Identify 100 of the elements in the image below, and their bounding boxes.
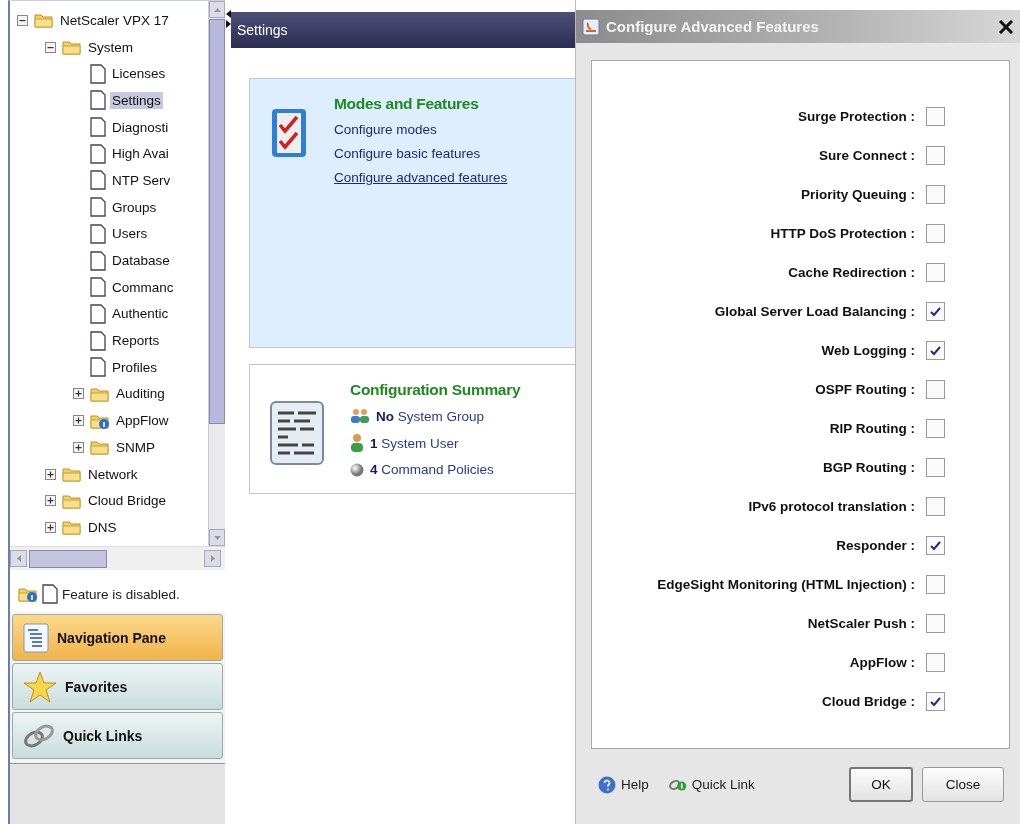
tree-item[interactable]: AppFlow	[114, 412, 171, 430]
tree-item[interactable]: NTP Serv	[110, 171, 173, 189]
settings-link[interactable]: Configure advanced features	[334, 170, 508, 185]
feature-label: IPv6 protocol translation :	[748, 499, 915, 514]
sphere-icon	[350, 462, 364, 477]
dialog-button[interactable]: OK	[849, 767, 913, 802]
feature-checkbox[interactable]	[926, 224, 945, 243]
settings-link[interactable]: Configure basic features	[334, 146, 508, 161]
tree-item[interactable]: High Avai	[110, 145, 171, 163]
feature-checkbox[interactable]	[926, 653, 945, 672]
feature-label: RIP Routing :	[829, 421, 915, 436]
tree-item[interactable]: Authentic	[110, 305, 171, 323]
collapse-icon[interactable]	[16, 14, 28, 26]
feature-checkbox[interactable]	[926, 107, 945, 126]
tree-item[interactable]: Settings	[110, 91, 163, 109]
tree-item[interactable]: Groups	[110, 198, 159, 216]
legend-text: Feature is disabled.	[62, 586, 180, 602]
tree-item[interactable]: Reports	[110, 332, 162, 350]
folder-icon	[62, 465, 82, 484]
tree-item[interactable]: Cloud Bridge	[86, 492, 169, 510]
info-folder-icon	[18, 585, 38, 603]
folder-icon	[62, 38, 82, 57]
settings-link[interactable]: Configure modes	[334, 122, 508, 137]
right-arrow-icon	[210, 555, 215, 562]
feature-label: AppFlow :	[849, 655, 915, 670]
expand-icon[interactable]	[72, 388, 84, 400]
checklist-icon	[270, 107, 308, 159]
tree-item[interactable]: Network	[86, 465, 140, 483]
summary-link[interactable]: 4 Command Policies	[370, 462, 494, 477]
page-icon	[90, 250, 106, 271]
vertical-scrollbar[interactable]	[208, 1, 225, 546]
feature-checkbox[interactable]	[926, 380, 945, 399]
left-arrow-icon	[16, 555, 21, 562]
horizontal-scrollbar[interactable]	[10, 546, 225, 570]
check-icon	[930, 540, 941, 551]
feature-label: Cache Redirection :	[788, 265, 915, 280]
feature-checkbox[interactable]	[926, 614, 945, 633]
dialog-title: Configure Advanced Features	[606, 18, 820, 35]
folder-icon	[62, 518, 82, 537]
feature-label: BGP Routing :	[823, 460, 915, 475]
tree-item[interactable]: NetScaler VPX 17	[58, 11, 171, 29]
collapse-icon[interactable]	[44, 41, 56, 53]
chain-link-icon	[23, 722, 55, 749]
summary-link[interactable]: No System Group	[376, 408, 485, 424]
star-icon	[23, 670, 57, 703]
page-icon	[90, 170, 106, 191]
page-icon	[90, 223, 106, 244]
summary-link[interactable]: 1 System User	[370, 435, 459, 451]
tree-item[interactable]: SNMP	[114, 438, 157, 456]
person-icon	[350, 433, 364, 453]
feature-checkbox[interactable]	[926, 263, 945, 282]
feature-label: EdgeSight Monitoring (HTML Injection) :	[657, 577, 915, 592]
feature-label: Sure Connect :	[819, 148, 915, 163]
tree-item[interactable]: Profiles	[110, 358, 159, 376]
page-icon	[90, 303, 106, 324]
page-icon	[42, 584, 58, 604]
feature-label: HTTP DoS Protection :	[770, 226, 915, 241]
feature-label: OSPF Routing :	[815, 382, 915, 397]
help-icon	[598, 775, 616, 794]
expand-icon[interactable]	[44, 495, 56, 507]
tree-item[interactable]: Users	[110, 225, 150, 243]
expand-icon[interactable]	[44, 521, 56, 533]
tree-item[interactable]: Auditing	[114, 385, 167, 403]
page-icon	[90, 63, 106, 84]
feature-checkbox[interactable]	[926, 692, 945, 711]
chain-link-icon	[668, 778, 687, 791]
dialog-button[interactable]: Close	[922, 767, 1004, 802]
nav-pane-button[interactable]: Favorites	[12, 663, 223, 710]
feature-checkbox[interactable]	[926, 497, 945, 516]
tree-item[interactable]: Licenses	[110, 65, 168, 83]
feature-checkbox[interactable]	[926, 146, 945, 165]
page-icon	[90, 197, 106, 218]
footer-link[interactable]: Quick Link	[668, 777, 755, 792]
down-arrow-icon	[213, 535, 221, 540]
tree-item[interactable]: Database	[110, 252, 172, 270]
tree-item[interactable]: DNS	[86, 518, 119, 536]
app-icon	[582, 17, 600, 36]
expand-icon[interactable]	[44, 468, 56, 480]
expand-icon[interactable]	[72, 415, 84, 427]
page-icon	[90, 357, 106, 378]
feature-checkbox[interactable]	[926, 302, 945, 321]
nav-pane-button[interactable]: Quick Links	[12, 712, 223, 759]
expand-icon[interactable]	[72, 441, 84, 453]
feature-checkbox[interactable]	[926, 458, 945, 477]
nav-pane-button[interactable]: Navigation Pane	[12, 614, 223, 661]
feature-checkbox[interactable]	[926, 341, 945, 360]
feature-label: Responder :	[836, 538, 915, 553]
feature-checkbox[interactable]	[926, 536, 945, 555]
tree-item[interactable]: System	[86, 38, 135, 56]
footer-link[interactable]: Help	[598, 775, 649, 794]
tree-item[interactable]: Commanc	[110, 278, 176, 296]
right-arrow-icon[interactable]	[225, 20, 231, 28]
list-document-icon	[23, 622, 49, 653]
left-arrow-icon[interactable]	[225, 10, 231, 18]
feature-checkbox[interactable]	[926, 419, 945, 438]
folder-icon	[90, 438, 110, 457]
feature-checkbox[interactable]	[926, 575, 945, 594]
feature-checkbox[interactable]	[926, 185, 945, 204]
feature-label: Priority Queuing :	[801, 187, 915, 202]
tree-item[interactable]: Diagnosti	[110, 118, 171, 136]
